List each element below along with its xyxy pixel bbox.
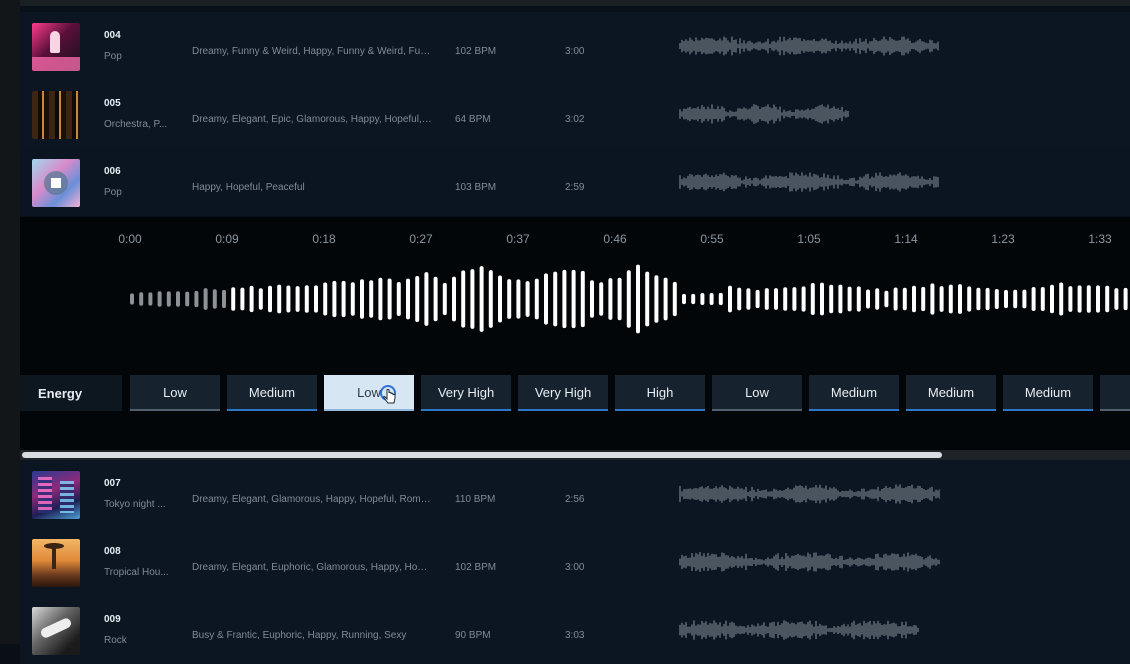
energy-segment-button[interactable]: Very High	[421, 375, 511, 411]
track-number: 007	[104, 478, 121, 489]
track-genre: Tropical Hou...	[104, 567, 169, 578]
track-tags: Happy, Hopeful, Peaceful	[192, 182, 305, 193]
energy-segment-button[interactable]: Medium	[1003, 375, 1093, 411]
energy-segment-button[interactable]: Medium	[906, 375, 996, 411]
track-waveform[interactable]	[660, 102, 940, 126]
window-left-border	[0, 0, 20, 644]
hand-cursor-icon	[383, 389, 396, 404]
album-cover-image	[32, 23, 80, 71]
expanded-player: 0:00 0:09 0:18 0:27 0:37 0:46 0:55 1:05 …	[20, 217, 1130, 450]
track-row-008[interactable]: 008 Tropical Hou... Dreamy, Elegant, Eup…	[20, 528, 1130, 596]
timeline-tick: 1:33	[1088, 232, 1112, 246]
track-waveform[interactable]	[660, 34, 940, 58]
track-bpm: 90 BPM	[455, 630, 491, 641]
track-row-005[interactable]: 005 Orchestra, P... Dreamy, Elegant, Epi…	[20, 80, 1130, 148]
track-genre: Pop	[104, 51, 122, 62]
track-bpm: 64 BPM	[455, 114, 491, 125]
energy-label: Energy	[20, 375, 122, 411]
track-number: 009	[104, 614, 121, 625]
track-bpm: 102 BPM	[455, 562, 497, 573]
track-number: 004	[104, 30, 121, 41]
track-tags: Dreamy, Elegant, Epic, Glamorous, Happy,…	[192, 114, 432, 125]
track-waveform[interactable]	[660, 550, 940, 574]
energy-segment-button[interactable]: Medium	[227, 375, 317, 411]
timeline-tick: 0:37	[506, 232, 530, 246]
track-number: 008	[104, 546, 121, 557]
timeline-tick: 0:09	[215, 232, 239, 246]
timeline-tick: 1:23	[991, 232, 1015, 246]
timeline-tick: 0:00	[118, 232, 142, 246]
track-duration: 3:03	[565, 630, 585, 641]
track-duration: 3:00	[565, 562, 585, 573]
track-genre: Pop	[104, 187, 122, 198]
track-tags: Busy & Frantic, Euphoric, Happy, Running…	[192, 630, 407, 641]
track-genre: Orchestra, P...	[104, 119, 168, 130]
energy-segment-button[interactable]: Very High	[518, 375, 608, 411]
track-bpm: 110 BPM	[455, 494, 496, 505]
track-row-006[interactable]: 006 Pop Happy, Hopeful, Peaceful 103 BPM…	[20, 148, 1130, 216]
album-cover-image	[32, 539, 80, 587]
track-duration: 3:00	[565, 46, 585, 57]
track-genre: Rock	[104, 635, 127, 646]
track-duration: 2:56	[565, 494, 585, 505]
track-bpm: 103 BPM	[455, 182, 497, 193]
energy-segment-button[interactable]: High	[615, 375, 705, 411]
track-bpm: 102 BPM	[455, 46, 497, 57]
energy-segment-button-selected[interactable]: Low	[324, 375, 414, 411]
track-tags: Dreamy, Funny & Weird, Happy, Funny & We…	[192, 46, 432, 57]
track-waveform[interactable]	[660, 170, 940, 194]
scrollbar-thumb[interactable]	[22, 452, 942, 458]
horizontal-scrollbar[interactable]	[20, 450, 1130, 460]
track-duration: 2:59	[565, 182, 585, 193]
album-cover-image	[32, 159, 80, 207]
timeline-tick: 0:46	[603, 232, 627, 246]
track-tags: Dreamy, Elegant, Glamorous, Happy, Hopef…	[192, 494, 432, 505]
timeline: 0:00 0:09 0:18 0:27 0:37 0:46 0:55 1:05 …	[20, 232, 1130, 248]
timeline-tick: 0:27	[409, 232, 433, 246]
track-duration: 3:02	[565, 114, 585, 125]
track-number: 005	[104, 98, 121, 109]
timeline-tick: 1:05	[797, 232, 821, 246]
track-genre: Tokyo night ...	[104, 499, 166, 510]
timeline-tick: 0:18	[312, 232, 336, 246]
timeline-tick: 0:55	[700, 232, 724, 246]
track-waveform[interactable]	[660, 482, 940, 506]
main-waveform[interactable]	[20, 262, 1130, 337]
track-row-007[interactable]: 007 Tokyo night ... Dreamy, Elegant, Gla…	[20, 460, 1130, 528]
track-tags: Dreamy, Elegant, Euphoric, Glamorous, Ha…	[192, 562, 432, 573]
energy-segment-button[interactable]: Low	[130, 375, 220, 411]
energy-segment-button[interactable]: Low	[712, 375, 802, 411]
track-number: 006	[104, 166, 121, 177]
album-cover-image	[32, 471, 80, 519]
energy-segment-button[interactable]	[1100, 375, 1130, 411]
track-waveform[interactable]	[660, 618, 940, 642]
energy-segment-button[interactable]: Medium	[809, 375, 899, 411]
album-cover-image	[32, 607, 80, 655]
timeline-tick: 1:14	[894, 232, 918, 246]
track-row-004[interactable]: 004 Pop Dreamy, Funny & Weird, Happy, Fu…	[20, 12, 1130, 80]
track-row-009[interactable]: 009 Rock Busy & Frantic, Euphoric, Happy…	[20, 596, 1130, 664]
stop-icon[interactable]	[44, 171, 68, 195]
album-cover-image	[32, 91, 80, 139]
